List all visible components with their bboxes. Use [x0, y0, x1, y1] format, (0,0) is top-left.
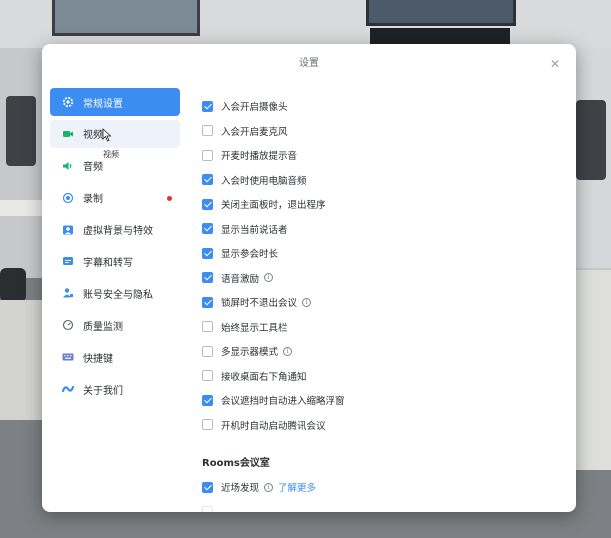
info-icon[interactable]: i — [283, 346, 293, 356]
account-security-icon — [62, 287, 74, 299]
sidebar-item-label: 账号安全与隐私 — [83, 289, 153, 301]
sidebar-item-subtitles[interactable]: 字幕和转写 — [50, 247, 180, 275]
option-label: 显示当前说话者 — [221, 224, 288, 236]
sidebar-item-label: 质量监测 — [83, 321, 123, 333]
option-camera-on-join[interactable]: 入会开启摄像头 — [202, 94, 562, 119]
checkbox[interactable] — [202, 247, 213, 259]
checkbox[interactable] — [202, 370, 213, 382]
option-computer-audio[interactable]: 入会时使用电脑音频 — [202, 168, 562, 193]
option-always-show-toolbar[interactable]: 始终显示工具栏 — [202, 315, 562, 340]
settings-dialog: 设置 ✕ 常规设置 视频 音频 录制 虚拟背景与特效 字幕和转写 账号安全与隐私… — [42, 44, 576, 512]
learn-more-link[interactable]: 了解更多 — [278, 480, 316, 494]
rooms-section-title: Rooms会议室 — [202, 458, 270, 469]
chair — [576, 100, 606, 180]
option-label: 会议遮挡时自动进入缩略浮窗 — [221, 396, 345, 408]
checkbox — [202, 506, 213, 512]
sidebar-item-virtual-background[interactable]: 虚拟背景与特效 — [50, 216, 180, 244]
sidebar-item-shortcuts[interactable]: 快捷键 — [50, 343, 180, 371]
close-icon[interactable]: ✕ — [548, 57, 562, 71]
option-label: 接收桌面右下角通知 — [221, 371, 307, 383]
title-bar: 设置 ✕ — [42, 44, 576, 84]
tooltip: 视频 — [100, 148, 122, 161]
sidebar-item-about[interactable]: 关于我们 — [50, 375, 180, 403]
sidebar-item-label: 虚拟背景与特效 — [83, 226, 153, 238]
checkbox[interactable] — [202, 481, 213, 493]
sidebar-item-quality-monitor[interactable]: 质量监测 — [50, 311, 180, 339]
checkbox[interactable] — [202, 149, 213, 161]
sidebar-item-recording[interactable]: 录制 — [50, 184, 180, 212]
video-camera-icon — [62, 128, 74, 140]
sidebar-item-account-security[interactable]: 账号安全与隐私 — [50, 279, 180, 307]
checkbox[interactable] — [202, 419, 213, 431]
sidebar-item-label: 视频 — [83, 130, 103, 142]
virtual-background-icon — [62, 224, 74, 236]
option-label: 入会开启麦克风 — [221, 126, 288, 138]
option-multi-monitor[interactable]: 多显示器模式 i — [202, 339, 562, 364]
option-label: 语音激励 — [221, 273, 260, 285]
desk — [0, 300, 44, 420]
option-label: 显示参会时长 — [221, 249, 279, 261]
checkbox[interactable] — [202, 198, 213, 210]
gear-icon — [62, 96, 74, 108]
chair — [6, 96, 36, 166]
sidebar-item-label: 常规设置 — [83, 98, 123, 110]
keyboard-icon — [62, 351, 74, 363]
option-voice-activation[interactable]: 语音激励 i — [202, 266, 562, 291]
option-partially-visible — [202, 500, 562, 512]
checkbox[interactable] — [202, 345, 213, 357]
wall-monitor-right — [366, 0, 516, 26]
option-show-duration[interactable]: 显示参会时长 — [202, 241, 562, 266]
about-logo-icon — [62, 383, 74, 395]
microphone — [0, 268, 26, 302]
checkbox[interactable] — [202, 125, 213, 137]
option-unmute-sound[interactable]: 开麦时播放提示音 — [202, 143, 562, 168]
sidebar-item-video[interactable]: 视频 — [50, 119, 180, 148]
info-icon[interactable]: i — [264, 273, 274, 283]
checkbox[interactable] — [202, 272, 213, 284]
sidebar-item-label: 快捷键 — [83, 353, 113, 365]
option-show-speaker[interactable]: 显示当前说话者 — [202, 217, 562, 242]
option-desktop-notification[interactable]: 接收桌面右下角通知 — [202, 364, 562, 389]
option-label: 多显示器模式 — [221, 347, 279, 359]
settings-sidebar: 常规设置 视频 音频 录制 虚拟背景与特效 字幕和转写 账号安全与隐私 质量监测… — [50, 88, 180, 407]
wall-monitor-left — [52, 0, 200, 36]
red-dot-badge — [167, 195, 172, 201]
dialog-title: 设置 — [299, 58, 319, 69]
option-stay-on-lock[interactable]: 锁屏时不退出会议 i — [202, 290, 562, 315]
info-icon[interactable]: i — [264, 482, 274, 492]
checkbox[interactable] — [202, 321, 213, 333]
quality-monitor-icon — [62, 319, 74, 331]
sidebar-item-label: 录制 — [83, 194, 103, 206]
general-settings-panel: 入会开启摄像头 入会开启麦克风 开麦时播放提示音 入会时使用电脑音频 关闭主面板… — [202, 94, 562, 512]
option-proximity-discovery[interactable]: 近场发现 i 了解更多 — [202, 475, 562, 500]
option-launch-at-startup[interactable]: 开机时自动启动腾讯会议 — [202, 413, 562, 438]
record-icon — [62, 192, 74, 204]
checkbox[interactable] — [202, 174, 213, 186]
option-label: 开机时自动启动腾讯会议 — [221, 420, 326, 432]
option-label: 关闭主面板时，退出程序 — [221, 200, 326, 212]
subtitle-icon — [62, 255, 74, 267]
option-label: 锁屏时不退出会议 — [221, 298, 298, 310]
option-label: 入会时使用电脑音频 — [221, 175, 307, 187]
checkbox[interactable] — [202, 394, 213, 406]
sidebar-item-general[interactable]: 常规设置 — [50, 88, 180, 116]
option-label: 近场发现 — [221, 483, 260, 495]
desk — [572, 270, 611, 470]
option-label: 入会开启摄像头 — [221, 102, 288, 114]
option-mic-on-join[interactable]: 入会开启麦克风 — [202, 119, 562, 144]
speaker-icon — [62, 160, 74, 172]
option-label: 开麦时播放提示音 — [221, 151, 298, 163]
desk — [0, 200, 44, 216]
option-thumbnail-float[interactable]: 会议遮挡时自动进入缩略浮窗 — [202, 388, 562, 413]
sidebar-item-label: 关于我们 — [83, 385, 123, 397]
checkbox[interactable] — [202, 296, 213, 308]
option-exit-on-close[interactable]: 关闭主面板时，退出程序 — [202, 192, 562, 217]
option-label: 始终显示工具栏 — [221, 322, 288, 334]
info-icon[interactable]: i — [302, 297, 312, 307]
sidebar-item-label: 字幕和转写 — [83, 257, 133, 269]
mouse-cursor-icon — [102, 128, 112, 142]
checkbox[interactable] — [202, 100, 213, 112]
checkbox[interactable] — [202, 223, 213, 235]
